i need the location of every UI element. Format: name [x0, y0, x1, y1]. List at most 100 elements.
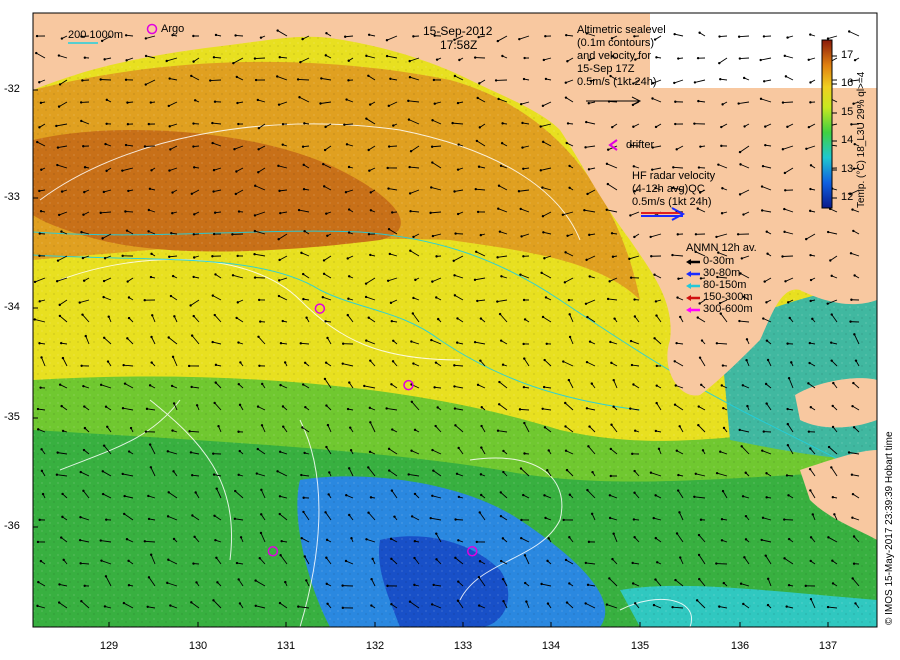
velocity-vector-head	[303, 555, 306, 558]
velocity-vector-head	[543, 426, 547, 429]
velocity-vector-head	[256, 405, 260, 408]
velocity-vector-head	[212, 473, 216, 476]
velocity-vector-head	[587, 445, 590, 448]
velocity-vector-head	[302, 297, 305, 301]
velocity-vector-head	[260, 513, 263, 516]
velocity-vector-head	[83, 584, 86, 587]
velocity-vector-head	[391, 428, 394, 431]
velocity-vector-head	[833, 513, 836, 516]
velocity-vector-head	[609, 340, 612, 344]
velocity-vector-head	[611, 125, 614, 129]
velocity-vector-head	[123, 382, 127, 385]
velocity-vector-head	[827, 445, 831, 449]
velocity-vector-head	[852, 381, 855, 385]
velocity-vector-head	[173, 315, 176, 318]
velocity-vector-head	[367, 511, 370, 514]
velocity-vector-head	[453, 294, 457, 297]
velocity-vector-head	[35, 34, 39, 38]
velocity-vector-head	[565, 141, 568, 145]
velocity-vector-head	[325, 32, 328, 35]
velocity-vector-head	[58, 303, 61, 307]
velocity-vector-head	[744, 514, 748, 518]
velocity-vector-head	[276, 470, 279, 473]
velocity-vector-head	[168, 125, 171, 128]
velocity-vector-head	[613, 317, 616, 320]
velocity-vector-head	[632, 165, 636, 168]
velocity-vector-head	[432, 469, 435, 472]
velocity-vector-head	[697, 533, 701, 537]
velocity-vector-head	[303, 451, 306, 455]
velocity-vector-head	[786, 125, 789, 129]
velocity-vector-head	[781, 101, 785, 104]
velocity-vector-head	[407, 473, 410, 476]
velocity-vector-head	[149, 275, 153, 279]
velocity-vector-head	[213, 100, 217, 103]
velocity-vector-head	[167, 491, 170, 494]
velocity-vector-head	[189, 451, 193, 454]
velocity-vector-head	[277, 238, 280, 241]
velocity-vector-head	[564, 251, 567, 254]
velocity-vector-head	[523, 421, 526, 425]
velocity-vector-head	[715, 342, 719, 345]
velocity-vector-head	[149, 101, 153, 104]
velocity-vector-head	[151, 314, 154, 317]
velocity-vector-head	[631, 561, 634, 565]
velocity-vector-head	[831, 404, 834, 408]
velocity-vector-head	[388, 252, 392, 256]
velocity-vector-head	[430, 145, 434, 148]
velocity-vector-head	[169, 294, 173, 298]
lon-tick-133: 133	[453, 640, 473, 652]
velocity-vector-head	[302, 163, 305, 167]
velocity-vector-head	[678, 511, 681, 514]
velocity-vector-head	[365, 339, 368, 342]
velocity-vector-head	[760, 538, 763, 542]
velocity-vector-head	[673, 32, 676, 36]
velocity-vector-head	[588, 275, 591, 278]
velocity-vector-head	[347, 467, 351, 470]
colorbar-tick-12: 12	[841, 191, 854, 203]
velocity-vector-head	[761, 164, 765, 168]
velocity-vector-head	[653, 337, 656, 340]
velocity-vector-head	[104, 142, 107, 146]
velocity-vector-head	[585, 120, 588, 124]
velocity-vector-head	[413, 556, 416, 560]
velocity-vector-head	[36, 140, 39, 144]
velocity-vector-head	[633, 315, 637, 318]
velocity-vector-head	[700, 383, 703, 387]
velocity-vector-head	[847, 451, 851, 454]
velocity-vector-head	[78, 538, 82, 542]
velocity-vector-head	[454, 518, 457, 521]
velocity-vector-head	[217, 425, 220, 428]
velocity-vector-head	[194, 491, 197, 494]
velocity-vector-head	[499, 339, 503, 342]
velocity-vector-head	[786, 36, 789, 39]
velocity-vector-head	[36, 428, 40, 431]
velocity-vector-head	[101, 470, 104, 473]
velocity-vector-head	[568, 186, 571, 190]
velocity-vector-head	[38, 126, 41, 129]
velocity-vector-head	[347, 297, 350, 300]
velocity-vector-head	[715, 471, 719, 475]
velocity-vector-head	[852, 229, 855, 233]
velocity-vector-head	[653, 38, 657, 41]
velocity-vector-head	[103, 257, 107, 260]
velocity-vector-head	[55, 280, 59, 283]
velocity-vector-head	[501, 537, 505, 540]
velocity-vector-head	[305, 579, 308, 582]
velocity-vector-head	[497, 403, 501, 406]
velocity-vector-head	[126, 280, 129, 283]
velocity-vector-head	[254, 184, 257, 187]
velocity-vector-head	[303, 122, 306, 125]
lon-tick-134: 134	[541, 640, 561, 652]
velocity-vector-head	[519, 467, 523, 470]
velocity-vector-head	[102, 190, 106, 194]
velocity-vector-head	[831, 496, 835, 499]
velocity-vector-head	[211, 294, 215, 297]
velocity-vector-head	[609, 447, 613, 451]
velocity-vector-head	[429, 211, 432, 215]
velocity-vector-head	[518, 408, 522, 411]
velocity-vector-head	[498, 230, 502, 233]
velocity-vector-head	[502, 449, 505, 453]
credit-text: © IMOS 15-May-2017 23:39:39 Hobart time	[884, 431, 895, 625]
velocity-vector-head	[679, 556, 682, 559]
